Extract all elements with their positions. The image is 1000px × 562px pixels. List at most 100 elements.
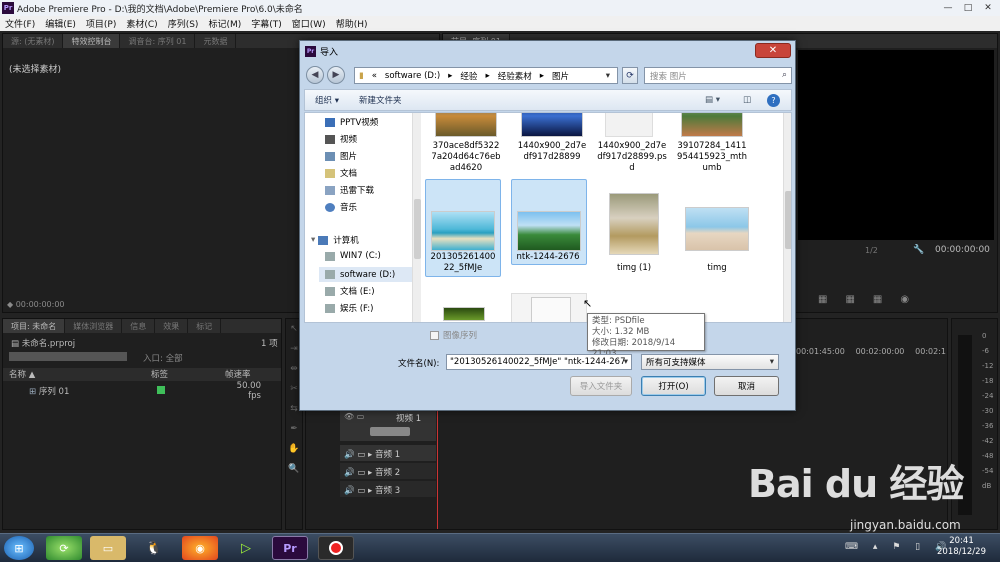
tab-audio-mixer[interactable]: 调音台: 序列 01 (120, 34, 196, 48)
chevron-down-icon[interactable]: ▾ (602, 71, 614, 81)
refresh-button[interactable]: ⟳ (622, 67, 638, 84)
track-video-1[interactable]: 👁 ▭ 视频 1 (340, 409, 436, 441)
file-name[interactable]: 370ace8df5322 7a204d64c76eb ad4620 (421, 141, 511, 174)
taskbar-clock[interactable]: 20:41 2018/12/29 (937, 536, 986, 558)
help-icon[interactable]: ? (767, 94, 780, 107)
file-name[interactable]: timg (1) (589, 263, 679, 274)
file-name[interactable]: timg (672, 263, 762, 274)
taskbar-explorer[interactable]: ▭ (90, 536, 126, 560)
view-options-icon[interactable]: ▤ ▾ (705, 95, 720, 105)
file-name[interactable]: ntk-1244-2676 (503, 252, 593, 263)
navigation-scrollbar[interactable] (412, 113, 421, 322)
tab-project[interactable]: 项目: 未命名 (3, 319, 66, 333)
file-name[interactable]: 39107284_1411 954415923_mth umb (667, 141, 757, 174)
nav-item-videos[interactable]: 视频 (325, 133, 357, 145)
menu-window[interactable]: 窗口(W) (287, 17, 331, 30)
preview-pane-icon[interactable]: ◫ (743, 95, 751, 105)
table-row[interactable]: ⊞ 序列 01 50.00 fps (3, 381, 281, 401)
breadcrumb-jingyan-sucai[interactable]: 经验素材 (494, 70, 536, 82)
minimize-button[interactable]: — (938, 1, 958, 14)
open-button[interactable]: 打开(O) (641, 376, 706, 396)
nav-item-drive-c[interactable]: WIN7 (C:) (325, 251, 381, 261)
back-button[interactable]: ◀ (306, 66, 324, 84)
file-thumbnail[interactable] (431, 211, 495, 251)
file-thumbnail[interactable] (609, 193, 659, 255)
nav-item-thunder[interactable]: 迅雷下载 (325, 184, 374, 196)
file-list-scrollbar[interactable] (783, 113, 791, 322)
entry-filter[interactable]: 入口: 全部 (143, 352, 183, 364)
nav-item-drive-f[interactable]: 娱乐 (F:) (325, 302, 373, 314)
address-bar[interactable]: ▮ « software (D:) ▸ 经验 ▸ 经验素材 ▸ 图片 ▾ (354, 67, 618, 84)
pen-tool-icon[interactable]: ✒ (286, 419, 302, 439)
menu-edit[interactable]: 编辑(E) (40, 17, 81, 30)
taskbar-media-app[interactable]: ▷ (228, 536, 264, 560)
file-thumbnail[interactable] (681, 113, 743, 137)
wrench-icon[interactable]: 🔧 (913, 245, 924, 255)
cancel-button[interactable]: 取消 (714, 376, 779, 396)
file-thumbnail[interactable] (443, 307, 485, 321)
image-sequence-option[interactable]: 图像序列 (430, 329, 477, 341)
menu-project[interactable]: 项目(P) (81, 17, 121, 30)
file-thumbnail[interactable] (435, 113, 497, 137)
forward-button[interactable]: ▶ (327, 66, 345, 84)
menu-help[interactable]: 帮助(H) (331, 17, 373, 30)
menu-clip[interactable]: 素材(C) (121, 17, 162, 30)
image-sequence-checkbox[interactable] (430, 330, 439, 340)
breadcrumb-jingyan[interactable]: 经验 (456, 70, 481, 82)
file-name[interactable]: 1440x900_2d7e df917d28899.ps d (587, 141, 677, 174)
eye-icon[interactable]: 👁 ▭ (344, 412, 364, 421)
tab-effect-controls[interactable]: 特效控制台 (63, 34, 121, 48)
filename-input[interactable]: "20130526140022_5fMJe" "ntk-1244-267 ▾ (446, 354, 632, 370)
track-audio-1[interactable]: 🔊 ▭ ▸ 音频 1 (340, 445, 436, 461)
start-button[interactable]: ⊞ (4, 536, 34, 560)
new-folder-button[interactable]: 新建文件夹 (349, 94, 412, 106)
psd-file-icon[interactable] (605, 113, 653, 137)
nav-item-computer[interactable]: ▾ 计算机 (311, 234, 359, 246)
hand-tool-icon[interactable]: ✋ (286, 439, 302, 459)
nav-item-pictures[interactable]: 图片 (325, 150, 357, 162)
close-button[interactable]: ✕ (978, 1, 998, 14)
tab-source[interactable]: 源: (无素材) (3, 34, 64, 48)
organize-button[interactable]: 组织 ▾ (305, 94, 349, 106)
column-name[interactable]: 名称 ▲ (3, 368, 151, 381)
track-toggle[interactable] (370, 427, 410, 436)
breadcrumb-tupian[interactable]: 图片 (548, 70, 573, 82)
search-input[interactable]: 搜索 图片 ⌕ (644, 67, 792, 84)
psd-file-icon[interactable] (531, 297, 571, 322)
nav-item-drive-e[interactable]: 文档 (E:) (325, 285, 375, 297)
nav-item-drive-d[interactable]: software (D:) (319, 267, 413, 282)
file-name[interactable]: 1440x900_2d7e df917d28899 (507, 141, 597, 163)
menu-file[interactable]: 文件(F) (0, 17, 40, 30)
file-name[interactable]: 201305261400 22_5fMJe (421, 252, 508, 274)
nav-item-pptv[interactable]: PPTV视频 (325, 116, 378, 128)
nav-item-documents[interactable]: 文档 (325, 167, 357, 179)
tab-info[interactable]: 信息 (122, 319, 156, 333)
maximize-button[interactable]: □ (958, 1, 978, 14)
menu-sequence[interactable]: 序列(S) (163, 17, 204, 30)
filetype-select[interactable]: 所有可支持媒体 ▾ (641, 354, 779, 370)
chevron-down-icon[interactable]: ▾ (624, 357, 628, 367)
taskbar-premiere[interactable]: Pr (272, 536, 308, 560)
menu-marker[interactable]: 标记(M) (203, 17, 246, 30)
tab-media-browser[interactable]: 媒体浏览器 (65, 319, 123, 333)
column-label[interactable]: 标签 (151, 368, 225, 381)
file-thumbnail[interactable] (685, 207, 749, 251)
dialog-close-button[interactable]: ✕ (755, 43, 791, 58)
project-search-input[interactable] (9, 352, 127, 361)
column-fps[interactable]: 帧速率 (225, 368, 275, 381)
file-thumbnail[interactable] (521, 113, 583, 137)
import-folder-button[interactable]: 导入文件夹 (570, 376, 632, 396)
program-zoom[interactable]: 1/2 (865, 246, 878, 255)
taskbar-app-360[interactable]: ⟳ (46, 536, 82, 560)
breadcrumb-software-d[interactable]: software (D:) (381, 71, 444, 81)
file-thumbnail[interactable] (517, 211, 581, 251)
track-audio-2[interactable]: 🔊 ▭ ▸ 音频 2 (340, 463, 436, 479)
track-audio-3[interactable]: 🔊 ▭ ▸ 音频 3 (340, 481, 436, 497)
tab-markers[interactable]: 标记 (188, 319, 222, 333)
nav-item-music[interactable]: 音乐 (325, 201, 357, 213)
tab-effects[interactable]: 效果 (155, 319, 189, 333)
taskbar-qq[interactable]: 🐧 (136, 536, 172, 560)
menu-title[interactable]: 字幕(T) (246, 17, 287, 30)
taskbar-firefox[interactable]: ◉ (182, 536, 218, 560)
taskbar-recorder[interactable] (318, 536, 354, 560)
